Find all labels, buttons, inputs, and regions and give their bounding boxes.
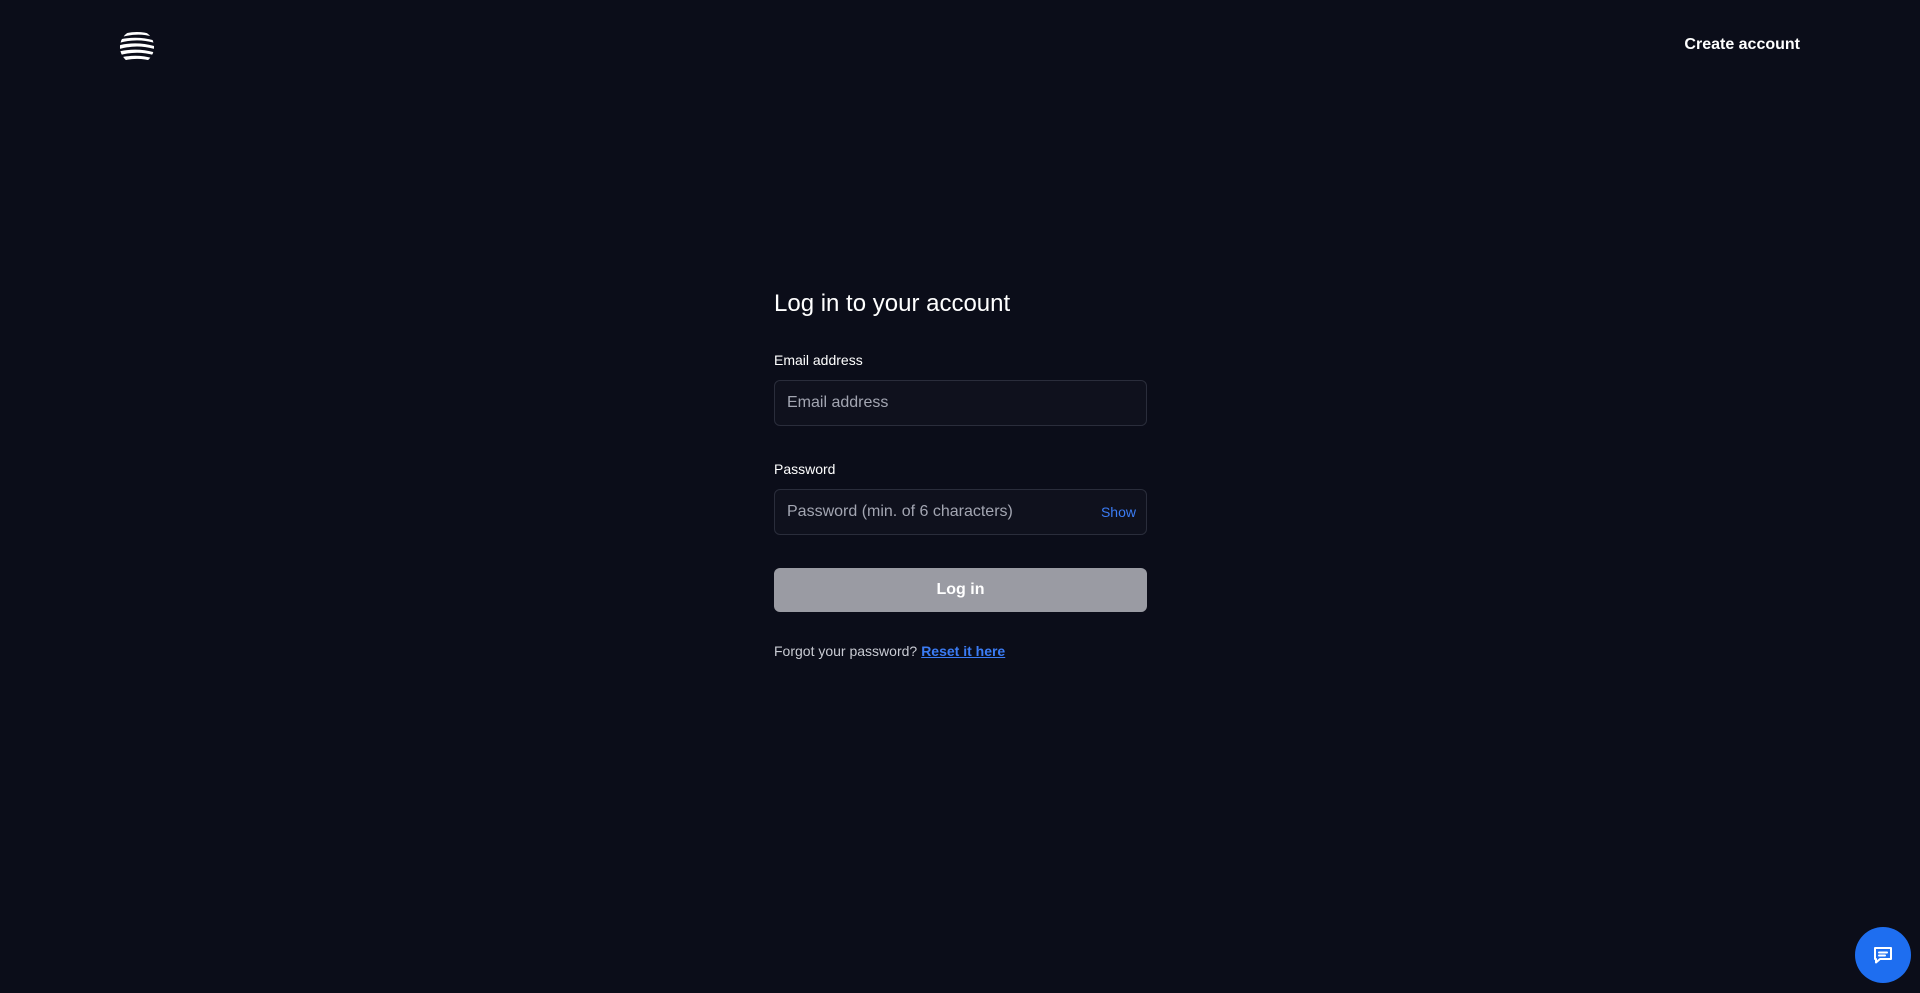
password-field[interactable] <box>775 490 1146 534</box>
email-field[interactable] <box>775 381 1146 425</box>
create-account-link[interactable]: Create account <box>1684 36 1800 54</box>
chat-widget-button[interactable] <box>1855 927 1911 983</box>
show-password-toggle[interactable]: Show <box>1101 504 1136 520</box>
forgot-password-text: Forgot your password? <box>774 643 918 659</box>
top-bar: Create account <box>0 0 1920 92</box>
field-spacer <box>774 426 1147 460</box>
password-field-container: Show <box>774 489 1147 535</box>
forgot-password-row: Forgot your password? Reset it here <box>774 642 1147 660</box>
page-title: Log in to your account <box>774 290 1011 317</box>
reset-password-link[interactable]: Reset it here <box>921 643 1005 659</box>
login-button[interactable]: Log in <box>774 568 1147 612</box>
chat-bubble-icon <box>1874 947 1892 964</box>
email-field-container <box>774 380 1147 426</box>
login-form: Log in to your account Email address Pas… <box>774 288 1147 660</box>
email-label: Email address <box>774 352 863 368</box>
password-label: Password <box>774 461 836 477</box>
logo-icon[interactable] <box>118 28 156 66</box>
